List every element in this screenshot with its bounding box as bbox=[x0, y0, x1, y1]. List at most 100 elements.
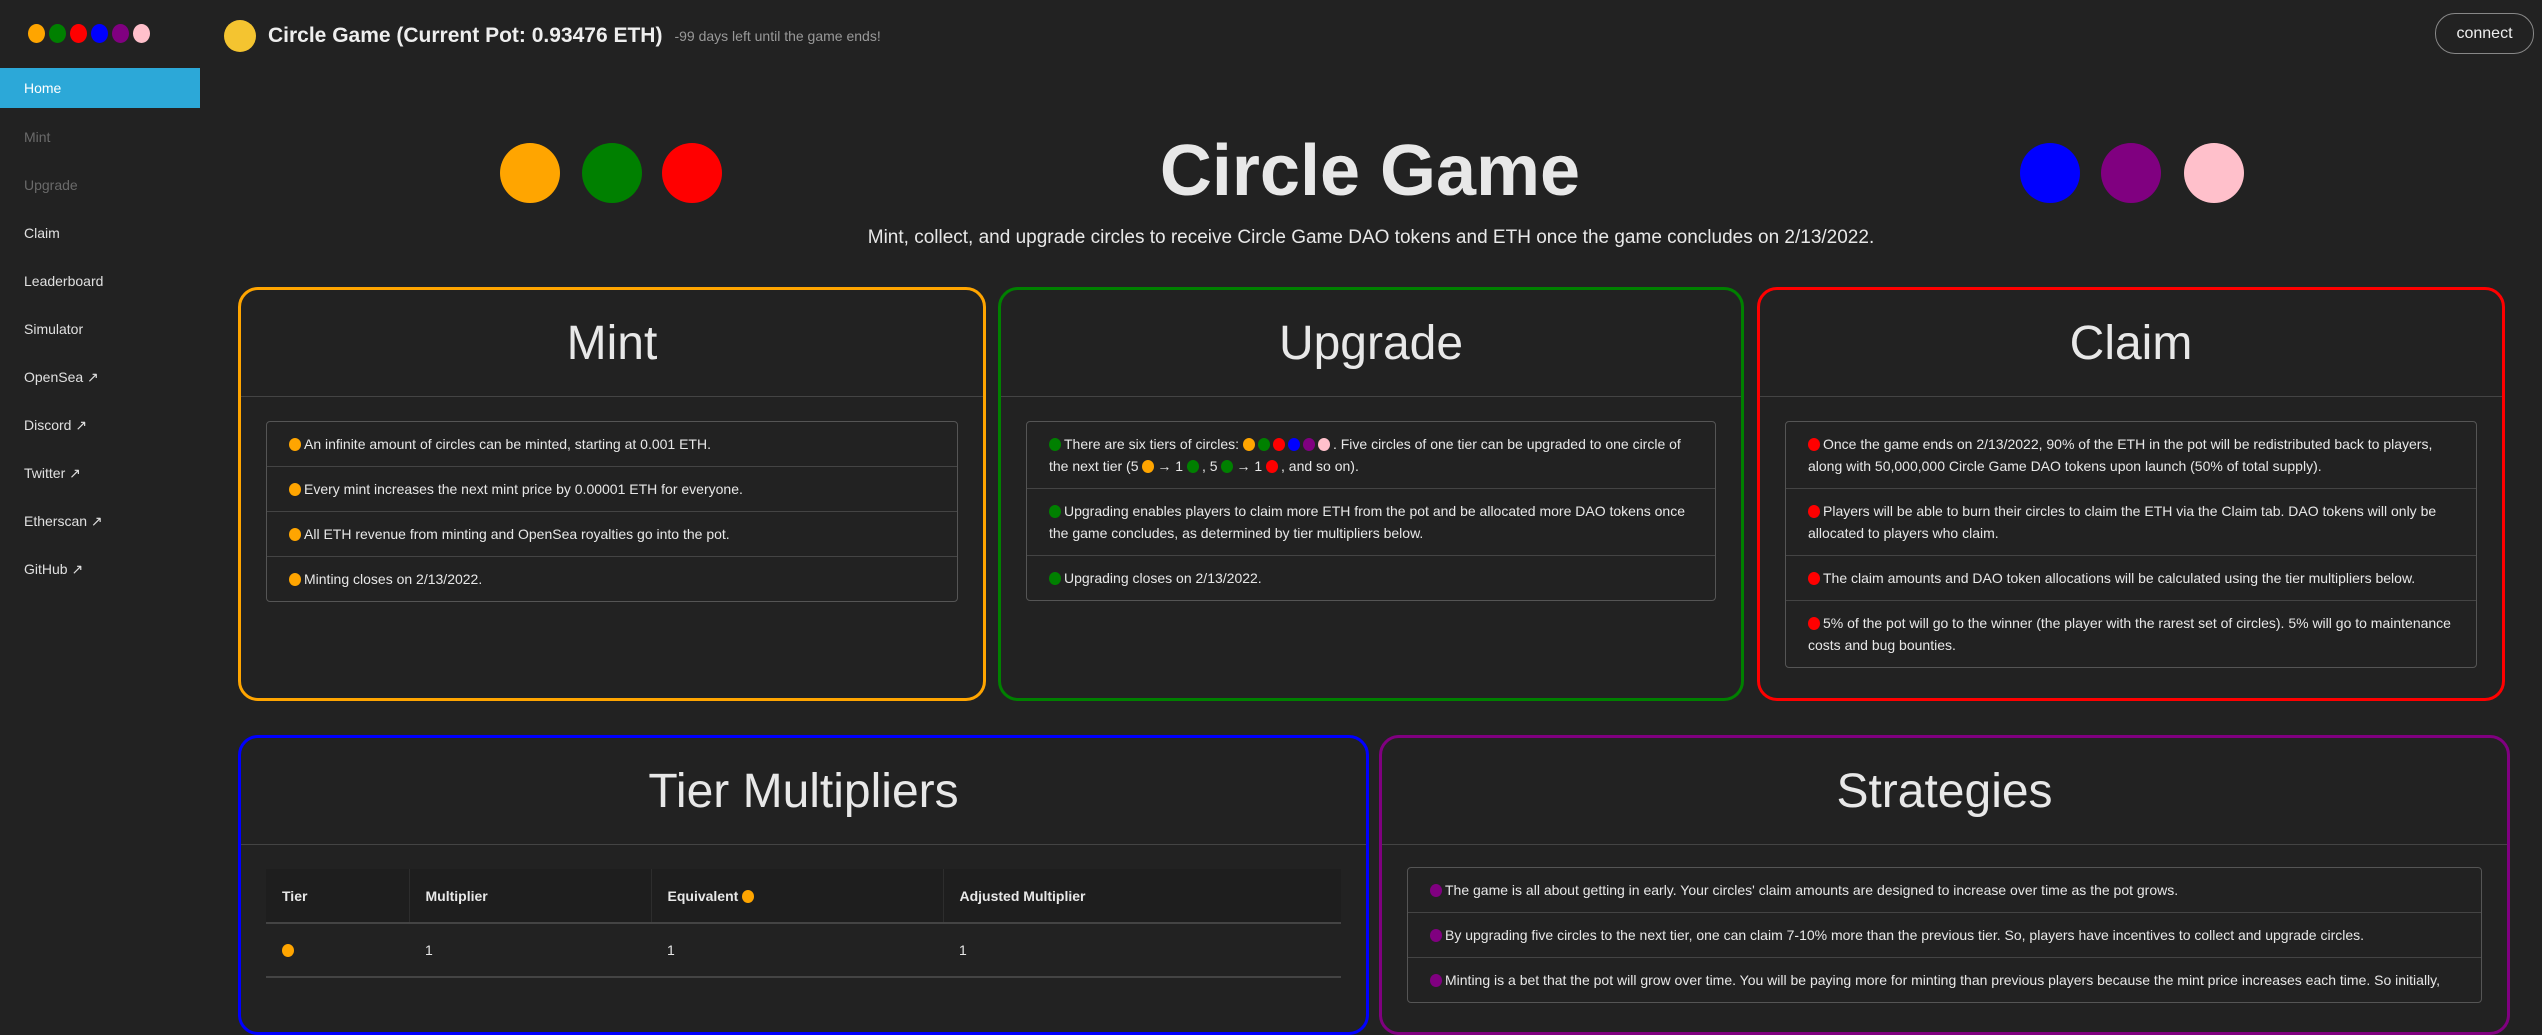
column-header: Adjusted Multiplier bbox=[943, 869, 1341, 924]
item-text: There are six tiers of circles: bbox=[1064, 436, 1240, 452]
item-text: An infinite amount of circles can be min… bbox=[304, 436, 711, 452]
column-header: Tier bbox=[266, 869, 410, 924]
list-item: Upgrading enables players to claim more … bbox=[1027, 488, 1715, 555]
table-row: 1 1 1 bbox=[266, 923, 1341, 978]
orange-circle-icon bbox=[742, 889, 755, 903]
orange-circle-icon bbox=[500, 143, 560, 203]
item-text: → 1 bbox=[1236, 458, 1263, 474]
red-circle-icon bbox=[1266, 460, 1279, 473]
item-text: Every mint increases the next mint price… bbox=[304, 481, 743, 497]
item-text: Players will be able to burn their circl… bbox=[1808, 503, 2437, 541]
connect-button[interactable]: connect bbox=[2435, 13, 2534, 54]
list-item: All ETH revenue from minting and OpenSea… bbox=[267, 511, 957, 556]
list-item: The claim amounts and DAO token allocati… bbox=[1786, 555, 2476, 600]
item-text: Minting closes on 2/13/2022. bbox=[304, 571, 483, 587]
equivalent-cell: 1 bbox=[651, 923, 943, 978]
sidebar-item-simulator[interactable]: Simulator bbox=[0, 309, 200, 349]
page-subtitle: Mint, collect, and upgrade circles to re… bbox=[867, 227, 1875, 248]
list-item: Minting closes on 2/13/2022. bbox=[267, 556, 957, 601]
list-item: The game is all about getting in early. … bbox=[1408, 868, 2481, 912]
orange-circle-icon bbox=[1142, 460, 1155, 473]
item-text: , 5 bbox=[1201, 458, 1218, 474]
item-text: The game is all about getting in early. … bbox=[1445, 882, 2179, 898]
tier-cell bbox=[266, 923, 409, 978]
item-text: Upgrading closes on 2/13/2022. bbox=[1064, 570, 1262, 586]
upgrade-list: There are six tiers of circles: . Five c… bbox=[1026, 421, 1716, 601]
purple-circle-icon bbox=[112, 24, 129, 43]
sidebar-item-github[interactable]: GitHub ↗ bbox=[0, 549, 200, 589]
sidebar-item-claim[interactable]: Claim bbox=[0, 213, 200, 253]
sidebar-item-upgrade[interactable]: Upgrade bbox=[0, 165, 200, 205]
item-text: The claim amounts and DAO token allocati… bbox=[1823, 570, 2416, 586]
list-item: An infinite amount of circles can be min… bbox=[267, 422, 957, 466]
logo[interactable] bbox=[28, 24, 150, 43]
table-header: Tier Multiplier Equivalent Adjusted Mult… bbox=[266, 869, 1341, 924]
strategies-list: The game is all about getting in early. … bbox=[1407, 867, 2482, 1003]
sidebar-item-home[interactable]: Home bbox=[0, 68, 200, 108]
sidebar-item-leaderboard[interactable]: Leaderboard bbox=[0, 261, 200, 301]
red-circle-icon bbox=[662, 143, 722, 203]
days-left: -99 days left until the game ends! bbox=[674, 28, 881, 44]
green-circle-icon bbox=[1186, 460, 1199, 473]
multiplier-cell: 1 bbox=[409, 923, 651, 978]
adjusted-multiplier-cell: 1 bbox=[943, 923, 1341, 978]
orange-circle-icon bbox=[28, 24, 45, 43]
claim-card: Claim Once the game ends on 2/13/2022, 9… bbox=[1757, 287, 2505, 701]
pot-title: Circle Game (Current Pot: 0.93476 ETH) bbox=[268, 24, 663, 47]
red-circle-icon bbox=[70, 24, 87, 43]
sidebar-item-mint[interactable]: Mint bbox=[0, 117, 200, 157]
strategies-card: Strategies The game is all about getting… bbox=[1379, 735, 2510, 1035]
blue-circle-icon bbox=[2020, 143, 2080, 203]
purple-circle-icon bbox=[1430, 974, 1442, 987]
blue-circle-icon bbox=[91, 24, 108, 43]
strategies-title: Strategies bbox=[1382, 738, 2507, 845]
page-title: Circle Game bbox=[1159, 131, 1581, 211]
orange-circle-icon bbox=[289, 438, 301, 451]
red-circle-icon bbox=[1272, 438, 1285, 451]
blue-circle-icon bbox=[1287, 438, 1300, 451]
green-circle-icon bbox=[582, 143, 642, 203]
tier-multipliers-card: Tier Multipliers Tier Multiplier Equival… bbox=[238, 735, 1369, 1035]
orange-circle-icon bbox=[289, 528, 301, 541]
item-text: Minting is a bet that the pot will grow … bbox=[1445, 972, 2441, 988]
green-circle-icon bbox=[1049, 438, 1061, 451]
tier-multipliers-table: Tier Multiplier Equivalent Adjusted Mult… bbox=[266, 869, 1341, 978]
list-item: Once the game ends on 2/13/2022, 90% of … bbox=[1786, 422, 2476, 488]
sidebar: Home Mint Upgrade Claim Leaderboard Simu… bbox=[0, 0, 200, 997]
column-header: Equivalent bbox=[651, 869, 944, 924]
green-circle-icon bbox=[1049, 572, 1061, 585]
pink-circle-icon bbox=[2184, 143, 2244, 203]
item-text: Once the game ends on 2/13/2022, 90% of … bbox=[1808, 436, 2433, 474]
item-text: Upgrading enables players to claim more … bbox=[1049, 503, 1685, 541]
item-text: , and so on). bbox=[1281, 458, 1359, 474]
red-circle-icon bbox=[1808, 617, 1820, 630]
mint-card: Mint An infinite amount of circles can b… bbox=[238, 287, 986, 701]
orange-circle-icon bbox=[289, 573, 301, 586]
green-circle-icon bbox=[49, 24, 66, 43]
item-text: All ETH revenue from minting and OpenSea… bbox=[304, 526, 730, 542]
column-header: Multiplier bbox=[409, 869, 652, 924]
claim-title: Claim bbox=[1760, 290, 2502, 397]
purple-circle-icon bbox=[1430, 929, 1442, 942]
mint-title: Mint bbox=[241, 290, 983, 397]
sidebar-item-opensea[interactable]: OpenSea ↗ bbox=[0, 357, 200, 397]
green-circle-icon bbox=[1257, 438, 1270, 451]
item-text: → 1 bbox=[1157, 458, 1184, 474]
sidebar-item-etherscan[interactable]: Etherscan ↗ bbox=[0, 501, 200, 541]
pot-circle-icon bbox=[224, 20, 256, 52]
pink-circle-icon bbox=[1317, 438, 1330, 451]
red-circle-icon bbox=[1808, 438, 1820, 451]
upgrade-card: Upgrade There are six tiers of circles: … bbox=[998, 287, 1744, 701]
sidebar-item-twitter[interactable]: Twitter ↗ bbox=[0, 453, 200, 493]
list-item: Players will be able to burn their circl… bbox=[1786, 488, 2476, 555]
orange-circle-icon bbox=[289, 483, 301, 496]
list-item: Minting is a bet that the pot will grow … bbox=[1408, 957, 2481, 1002]
purple-circle-icon bbox=[1430, 884, 1442, 897]
top-bar: Circle Game (Current Pot: 0.93476 ETH) -… bbox=[224, 18, 881, 54]
red-circle-icon bbox=[1808, 505, 1820, 518]
list-item: By upgrading five circles to the next ti… bbox=[1408, 912, 2481, 957]
pink-circle-icon bbox=[133, 24, 150, 43]
tier-multipliers-title: Tier Multipliers bbox=[241, 738, 1366, 845]
sidebar-item-discord[interactable]: Discord ↗ bbox=[0, 405, 200, 445]
column-header-text: Equivalent bbox=[667, 887, 739, 904]
